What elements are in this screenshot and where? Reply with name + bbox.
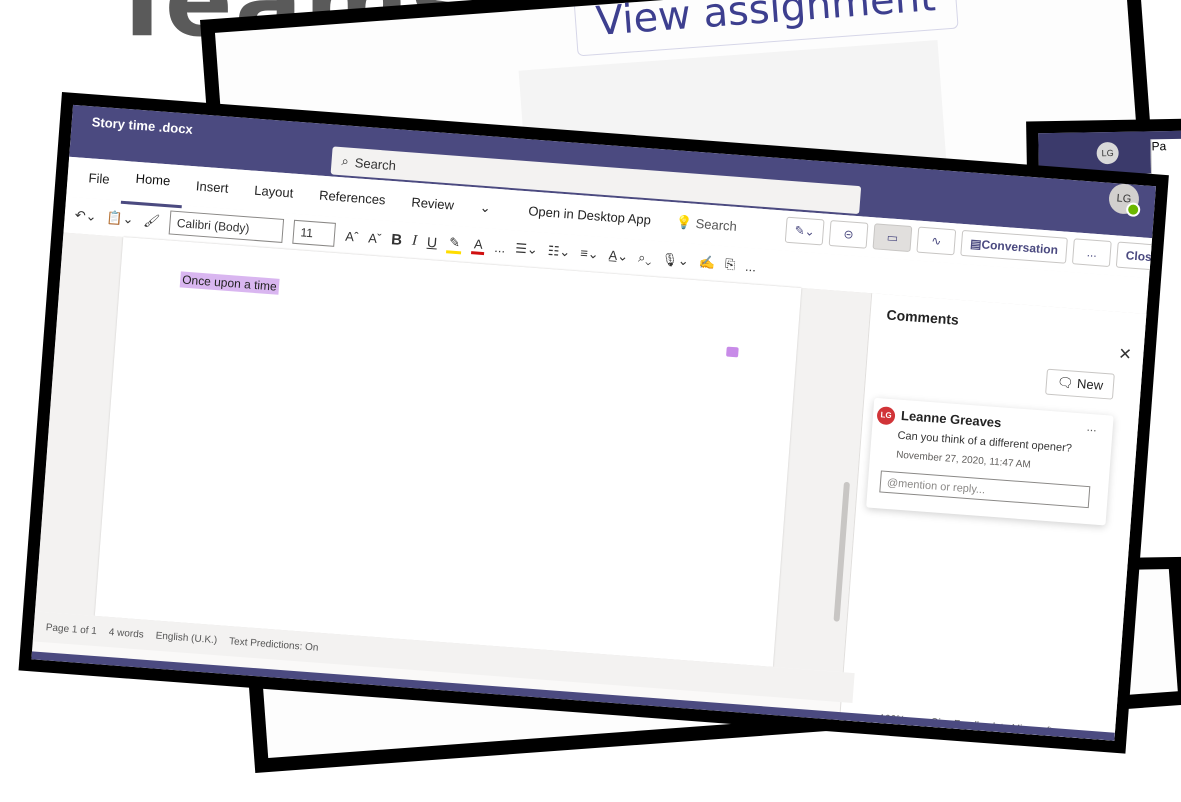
search-icon: ⌕ xyxy=(341,153,350,169)
close-button[interactable]: Close xyxy=(1115,241,1157,272)
close-icon[interactable]: ✕ xyxy=(1118,344,1133,365)
reuse-files-icon[interactable]: ⎘ xyxy=(724,256,736,273)
tab-layout[interactable]: Layout xyxy=(240,170,308,215)
search-placeholder: Search xyxy=(354,154,397,173)
conversation-label: Conversation xyxy=(980,237,1059,258)
clipboard-icon[interactable]: 📋⌄ xyxy=(106,210,134,228)
share-link-icon[interactable]: ⊝ xyxy=(828,219,869,249)
new-comment-icon: 🗨 xyxy=(1056,374,1078,391)
comments-title: Comments xyxy=(886,306,960,328)
italic-button[interactable]: I xyxy=(411,232,418,249)
user-avatar[interactable]: LG xyxy=(1107,182,1141,216)
grow-font-button[interactable]: Aˆ xyxy=(345,228,359,244)
comment-more-button[interactable]: ... xyxy=(1086,420,1097,435)
text-predictions-status[interactable]: Text Predictions: On xyxy=(229,636,319,654)
align-icon[interactable]: ≡⌄ xyxy=(580,245,600,262)
highlight-color-button[interactable]: ✎ xyxy=(446,233,463,254)
numbering-icon[interactable]: ☷⌄ xyxy=(547,243,571,261)
tab-insert[interactable]: Insert xyxy=(181,165,242,209)
underline-button[interactable]: U xyxy=(426,234,437,251)
tab-references[interactable]: References xyxy=(305,175,400,222)
chevron-down-icon[interactable]: ⌄ xyxy=(465,187,505,230)
find-icon[interactable]: ⌕⌄ xyxy=(638,250,653,267)
editing-mode-button[interactable]: ✎⌄ xyxy=(784,216,825,246)
avatar[interactable]: LG xyxy=(1096,141,1119,165)
document-text[interactable]: Once upon a time xyxy=(179,271,280,295)
activity-icon[interactable]: ∿ xyxy=(916,226,957,256)
more-options-button[interactable]: ... xyxy=(1071,238,1112,268)
new-comment-button[interactable]: 🗨 New xyxy=(1045,368,1115,400)
font-size-select[interactable]: 11 xyxy=(292,219,337,247)
font-color-button[interactable]: A xyxy=(471,236,486,256)
undo-icon[interactable]: ↶⌄ xyxy=(74,207,97,225)
tell-me-label: Search xyxy=(695,215,738,234)
comment-timestamp: November 27, 2020, 11:47 AM xyxy=(895,449,1032,471)
tab-file[interactable]: File xyxy=(74,157,124,200)
format-painter-icon[interactable]: 🖌 xyxy=(143,212,161,229)
document-area: Once upon a time xyxy=(34,232,872,741)
styles-icon[interactable]: A̲⌄ xyxy=(608,247,629,264)
word-count[interactable]: 4 words xyxy=(108,627,144,641)
page-count: Page 1 of 1 xyxy=(45,621,98,637)
document-title: Story time .docx xyxy=(91,114,194,137)
document-page[interactable]: Once upon a time xyxy=(94,237,802,667)
lightbulb-icon: 💡 xyxy=(675,214,693,231)
comment-card[interactable]: LG Leanne Greaves ... Can you think of a… xyxy=(866,397,1114,526)
avatar: LG xyxy=(876,406,896,426)
comments-toggle-icon[interactable]: ▭ xyxy=(872,223,913,253)
tab-home[interactable]: Home xyxy=(120,160,185,209)
dictate-icon[interactable]: 🎙⌄ xyxy=(661,251,689,269)
conversation-button[interactable]: ▤ Conversation xyxy=(960,229,1068,264)
comment-marker-icon[interactable] xyxy=(726,346,739,358)
paste-label: Pa xyxy=(1151,139,1167,154)
ribbon-more-button[interactable]: ... xyxy=(494,239,506,255)
editor-icon[interactable]: ✍ xyxy=(698,254,715,271)
bullets-icon[interactable]: ☰⌄ xyxy=(515,240,539,258)
tab-review[interactable]: Review xyxy=(397,182,468,227)
word-window-card: Story time .docx ⌕ Search LG File Home I… xyxy=(18,92,1169,754)
ribbon-overflow-button[interactable]: ... xyxy=(745,258,757,274)
shrink-font-button[interactable]: Aˇ xyxy=(368,230,382,246)
bold-button[interactable]: B xyxy=(391,231,403,249)
language-indicator[interactable]: English (U.K.) xyxy=(155,630,217,646)
comments-pane: Comments ✕ 🗨 New LG Leanne Greaves ... C… xyxy=(838,293,1157,741)
tell-me-search[interactable]: 💡 Search xyxy=(675,214,737,235)
reply-input[interactable]: @mention or reply... xyxy=(879,470,1091,509)
comment-author: Leanne Greaves xyxy=(900,407,1002,431)
new-comment-label: New xyxy=(1076,375,1104,393)
word-online-window: Story time .docx ⌕ Search LG File Home I… xyxy=(31,104,1157,741)
open-in-desktop-button[interactable]: Open in Desktop App xyxy=(528,203,652,227)
font-name-select[interactable]: Calibri (Body) xyxy=(169,210,285,243)
